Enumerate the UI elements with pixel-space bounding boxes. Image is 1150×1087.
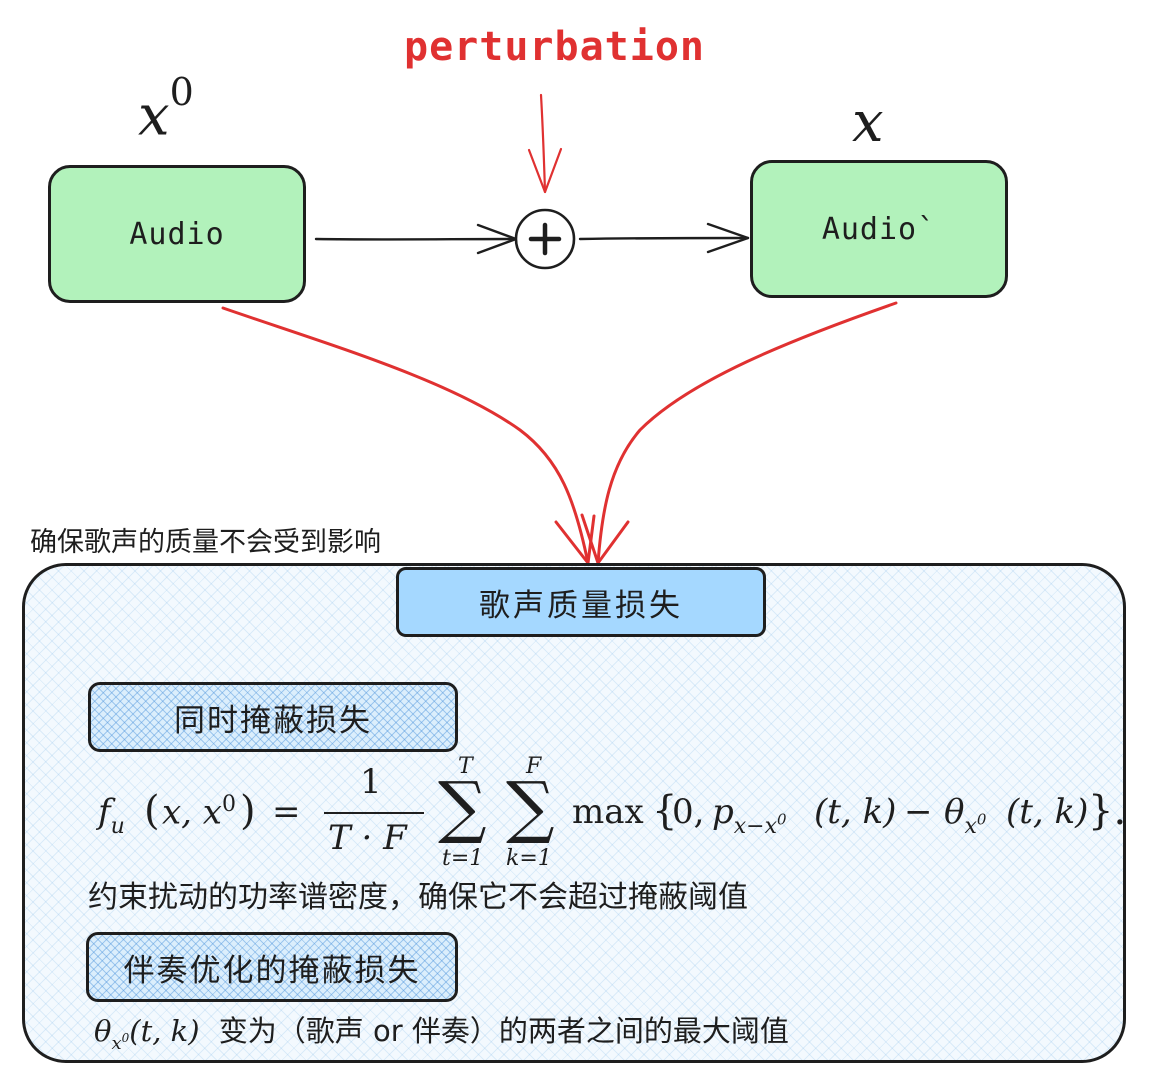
output-variable: x [852,90,884,155]
side-note: 确保歌声的质量不会受到影响 [30,527,381,558]
formula-max: max [572,792,644,832]
loss-panel-title: 歌声质量损失 [396,567,766,637]
arrow-output-to-loss [596,301,898,565]
formula-fraction-bar [324,812,424,814]
section1-tag: 同时掩蔽损失 [88,682,458,752]
input-variable-superscript: 0 [169,70,194,114]
input-audio-node: Audio [48,165,306,303]
sum1-sigma: ∑ [438,768,487,847]
theta-symbol: θx0(t, k) [94,1014,200,1054]
section2-description: 变为（歌声 or 伴奏）的两者之间的最大阈值 [218,1014,789,1048]
input-variable: x0 [138,70,194,149]
formula-p-args: (t, k) [814,792,897,832]
formula-denominator: T · F [328,818,407,858]
arrowhead-input-to-loss [554,514,596,565]
sum1-lower: t=1 [442,846,484,871]
arrow-perturbation [539,93,547,194]
formula-numerator: 1 [360,762,382,802]
output-audio-node: Audio` [750,160,1008,298]
arrow-plus-to-output [578,236,750,241]
formula-equals: = [272,792,301,832]
input-audio-label: Audio [129,216,225,252]
sum2-lower: k=1 [506,846,552,871]
formula-zero: 0, [672,792,705,832]
formula-theta-args: (t, k) [1006,792,1089,832]
sum2-sigma: ∑ [506,768,555,847]
input-variable-base: x [138,83,170,149]
formula-lparen: ( [144,788,160,834]
section2-description-line: θx0(t, k) 变为（歌声 or 伴奏）的两者之间的最大阈值 [94,1008,789,1054]
formula-f: fu [98,792,125,839]
section1-description: 约束扰动的功率谱密度，确保它不会超过掩蔽阈值 [88,880,748,915]
formula-theta: θx0 [944,792,987,839]
formula-rparen: ) [240,788,256,834]
masking-loss-formula: fu ( x, x0 ) = 1 T · F T ∑ t=1 F ∑ k=1 m… [92,754,1132,875]
perturbation-label: perturbation [404,24,705,70]
output-audio-label: Audio` [821,211,937,247]
formula-args: x, x0 [162,792,236,833]
section2-tag: 伴奏优化的掩蔽损失 [86,932,458,1002]
formula-p: px−x0 [712,792,787,839]
formula-minus: − [904,792,933,832]
formula-rbrace: }. [1088,788,1127,834]
